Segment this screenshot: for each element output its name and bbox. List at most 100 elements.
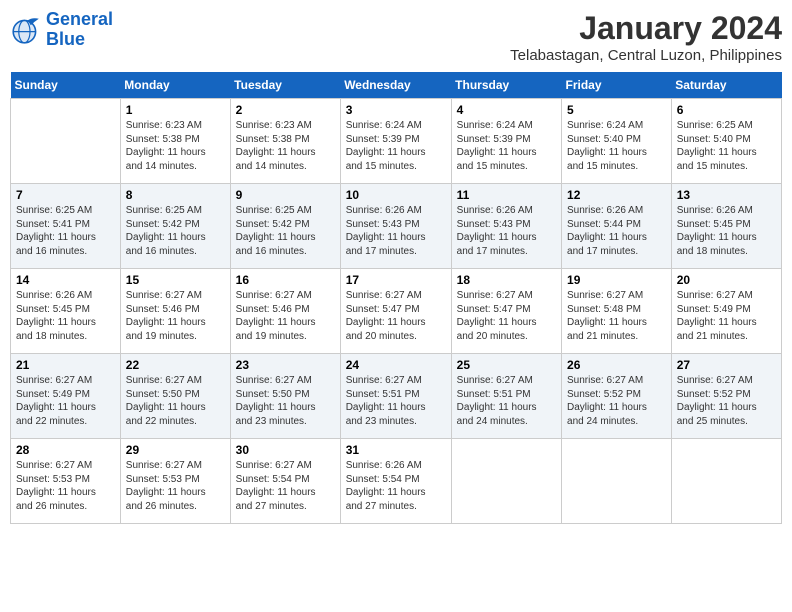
day-number: 25 [457,358,556,372]
day-info: Sunrise: 6:26 AM Sunset: 5:43 PM Dayligh… [457,204,556,258]
day-info: Sunrise: 6:27 AM Sunset: 5:52 PM Dayligh… [567,374,666,428]
calendar-cell: 6Sunrise: 6:25 AM Sunset: 5:40 PM Daylig… [671,99,781,184]
day-number: 29 [126,443,225,457]
calendar-cell: 28 Sunrise: 6:27 AM Sunset: 5:53 PM Dayli… [11,439,121,524]
day-number: 18 [457,273,556,287]
calendar-cell: 14 Sunrise: 6:26 AM Sunset: 5:45 PM Dayli… [11,269,121,354]
day-info: Sunrise: 6:27 AM Sunset: 5:50 PM Dayligh… [236,374,335,428]
day-info: Sunrise: 6:23 AM Sunset: 5:38 PM Dayligh… [126,119,225,173]
day-number: 26 [567,358,666,372]
day-info: Sunrise: 6:27 AM Sunset: 5:47 PM Dayligh… [346,289,446,343]
day-info: Sunrise: 6:25 AM Sunset: 5:42 PM Dayligh… [236,204,335,258]
day-info: Sunrise: 6:24 AM Sunset: 5:39 PM Dayligh… [457,119,556,173]
calendar-cell: 2 Sunrise: 6:23 AM Sunset: 5:38 PM Daylig… [230,99,340,184]
calendar-cell: 15 Sunrise: 6:27 AM Sunset: 5:46 PM Dayli… [120,269,230,354]
day-info: Sunrise: 6:27 AM Sunset: 5:49 PM Dayligh… [16,374,115,428]
header-sunday: Sunday [11,72,121,99]
calendar-week-4: 21 Sunrise: 6:27 AM Sunset: 5:49 PM Dayli… [11,354,782,439]
day-number: 10 [346,188,446,202]
day-number: 2 [236,103,335,117]
day-info: Sunrise: 6:25 AM Sunset: 5:42 PM Dayligh… [126,204,225,258]
day-number: 30 [236,443,335,457]
day-info: Sunrise: 6:27 AM Sunset: 5:47 PM Dayligh… [457,289,556,343]
calendar-cell: 7 Sunrise: 6:25 AM Sunset: 5:41 PM Daylig… [11,184,121,269]
day-info: Sunrise: 6:26 AM Sunset: 5:45 PM Dayligh… [677,204,776,258]
day-number: 31 [346,443,446,457]
logo-line1: General [46,9,113,29]
calendar-cell: 18 Sunrise: 6:27 AM Sunset: 5:47 PM Dayli… [451,269,561,354]
calendar-cell: 20Sunrise: 6:27 AM Sunset: 5:49 PM Dayli… [671,269,781,354]
calendar-cell: 30 Sunrise: 6:27 AM Sunset: 5:54 PM Dayli… [230,439,340,524]
logo-line2: Blue [46,29,85,49]
day-info: Sunrise: 6:27 AM Sunset: 5:52 PM Dayligh… [677,374,776,428]
day-number: 4 [457,103,556,117]
day-info: Sunrise: 6:23 AM Sunset: 5:38 PM Dayligh… [236,119,335,173]
calendar-cell: 17Sunrise: 6:27 AM Sunset: 5:47 PM Dayli… [340,269,451,354]
header-tuesday: Tuesday [230,72,340,99]
calendar-week-5: 28 Sunrise: 6:27 AM Sunset: 5:53 PM Dayli… [11,439,782,524]
day-number: 23 [236,358,335,372]
day-number: 16 [236,273,335,287]
logo: General Blue [10,10,113,50]
day-number: 5 [567,103,666,117]
day-info: Sunrise: 6:24 AM Sunset: 5:39 PM Dayligh… [346,119,446,173]
day-info: Sunrise: 6:26 AM Sunset: 5:44 PM Dayligh… [567,204,666,258]
day-number: 13 [677,188,776,202]
day-info: Sunrise: 6:27 AM Sunset: 5:54 PM Dayligh… [236,459,335,513]
day-number: 15 [126,273,225,287]
header-wednesday: Wednesday [340,72,451,99]
calendar-cell: 8Sunrise: 6:25 AM Sunset: 5:42 PM Daylig… [120,184,230,269]
calendar-cell: 24 Sunrise: 6:27 AM Sunset: 5:51 PM Dayli… [340,354,451,439]
calendar-cell: 29Sunrise: 6:27 AM Sunset: 5:53 PM Dayli… [120,439,230,524]
calendar-header-row: SundayMondayTuesdayWednesdayThursdayFrid… [11,72,782,99]
day-info: Sunrise: 6:27 AM Sunset: 5:46 PM Dayligh… [236,289,335,343]
day-number: 9 [236,188,335,202]
logo-icon [10,14,42,46]
day-info: Sunrise: 6:25 AM Sunset: 5:40 PM Dayligh… [677,119,776,173]
day-info: Sunrise: 6:27 AM Sunset: 5:49 PM Dayligh… [677,289,776,343]
calendar-cell: 19Sunrise: 6:27 AM Sunset: 5:48 PM Dayli… [562,269,672,354]
calendar-week-3: 14 Sunrise: 6:26 AM Sunset: 5:45 PM Dayli… [11,269,782,354]
day-number: 11 [457,188,556,202]
day-info: Sunrise: 6:27 AM Sunset: 5:48 PM Dayligh… [567,289,666,343]
day-info: Sunrise: 6:25 AM Sunset: 5:41 PM Dayligh… [16,204,115,258]
day-info: Sunrise: 6:27 AM Sunset: 5:50 PM Dayligh… [126,374,225,428]
calendar-cell: 4 Sunrise: 6:24 AM Sunset: 5:39 PM Daylig… [451,99,561,184]
calendar-cell: 5 Sunrise: 6:24 AM Sunset: 5:40 PM Daylig… [562,99,672,184]
location: Telabastagan, Central Luzon, Philippines [510,47,782,64]
day-number: 12 [567,188,666,202]
day-number: 21 [16,358,115,372]
page-header: General Blue January 2024 Telabastagan, … [10,10,782,64]
day-number: 28 [16,443,115,457]
day-info: Sunrise: 6:26 AM Sunset: 5:45 PM Dayligh… [16,289,115,343]
day-number: 3 [346,103,446,117]
day-info: Sunrise: 6:27 AM Sunset: 5:51 PM Dayligh… [457,374,556,428]
header-saturday: Saturday [671,72,781,99]
day-info: Sunrise: 6:27 AM Sunset: 5:53 PM Dayligh… [16,459,115,513]
day-number: 27 [677,358,776,372]
day-info: Sunrise: 6:24 AM Sunset: 5:40 PM Dayligh… [567,119,666,173]
day-number: 14 [16,273,115,287]
calendar-cell [562,439,672,524]
calendar-cell [11,99,121,184]
calendar-cell: 12 Sunrise: 6:26 AM Sunset: 5:44 PM Dayli… [562,184,672,269]
header-thursday: Thursday [451,72,561,99]
calendar-cell: 31Sunrise: 6:26 AM Sunset: 5:54 PM Dayli… [340,439,451,524]
calendar-week-2: 7 Sunrise: 6:25 AM Sunset: 5:41 PM Daylig… [11,184,782,269]
calendar-cell [451,439,561,524]
day-info: Sunrise: 6:27 AM Sunset: 5:46 PM Dayligh… [126,289,225,343]
calendar-table: SundayMondayTuesdayWednesdayThursdayFrid… [10,72,782,524]
calendar-cell: 21 Sunrise: 6:27 AM Sunset: 5:49 PM Dayli… [11,354,121,439]
calendar-cell: 25 Sunrise: 6:27 AM Sunset: 5:51 PM Dayli… [451,354,561,439]
day-number: 24 [346,358,446,372]
calendar-cell: 26 Sunrise: 6:27 AM Sunset: 5:52 PM Dayli… [562,354,672,439]
header-friday: Friday [562,72,672,99]
day-info: Sunrise: 6:27 AM Sunset: 5:51 PM Dayligh… [346,374,446,428]
day-number: 1 [126,103,225,117]
calendar-cell: 23 Sunrise: 6:27 AM Sunset: 5:50 PM Dayli… [230,354,340,439]
calendar-cell: 11 Sunrise: 6:26 AM Sunset: 5:43 PM Dayli… [451,184,561,269]
day-info: Sunrise: 6:26 AM Sunset: 5:43 PM Dayligh… [346,204,446,258]
calendar-week-1: 1 Sunrise: 6:23 AM Sunset: 5:38 PM Daylig… [11,99,782,184]
day-number: 7 [16,188,115,202]
calendar-cell: 9 Sunrise: 6:25 AM Sunset: 5:42 PM Daylig… [230,184,340,269]
